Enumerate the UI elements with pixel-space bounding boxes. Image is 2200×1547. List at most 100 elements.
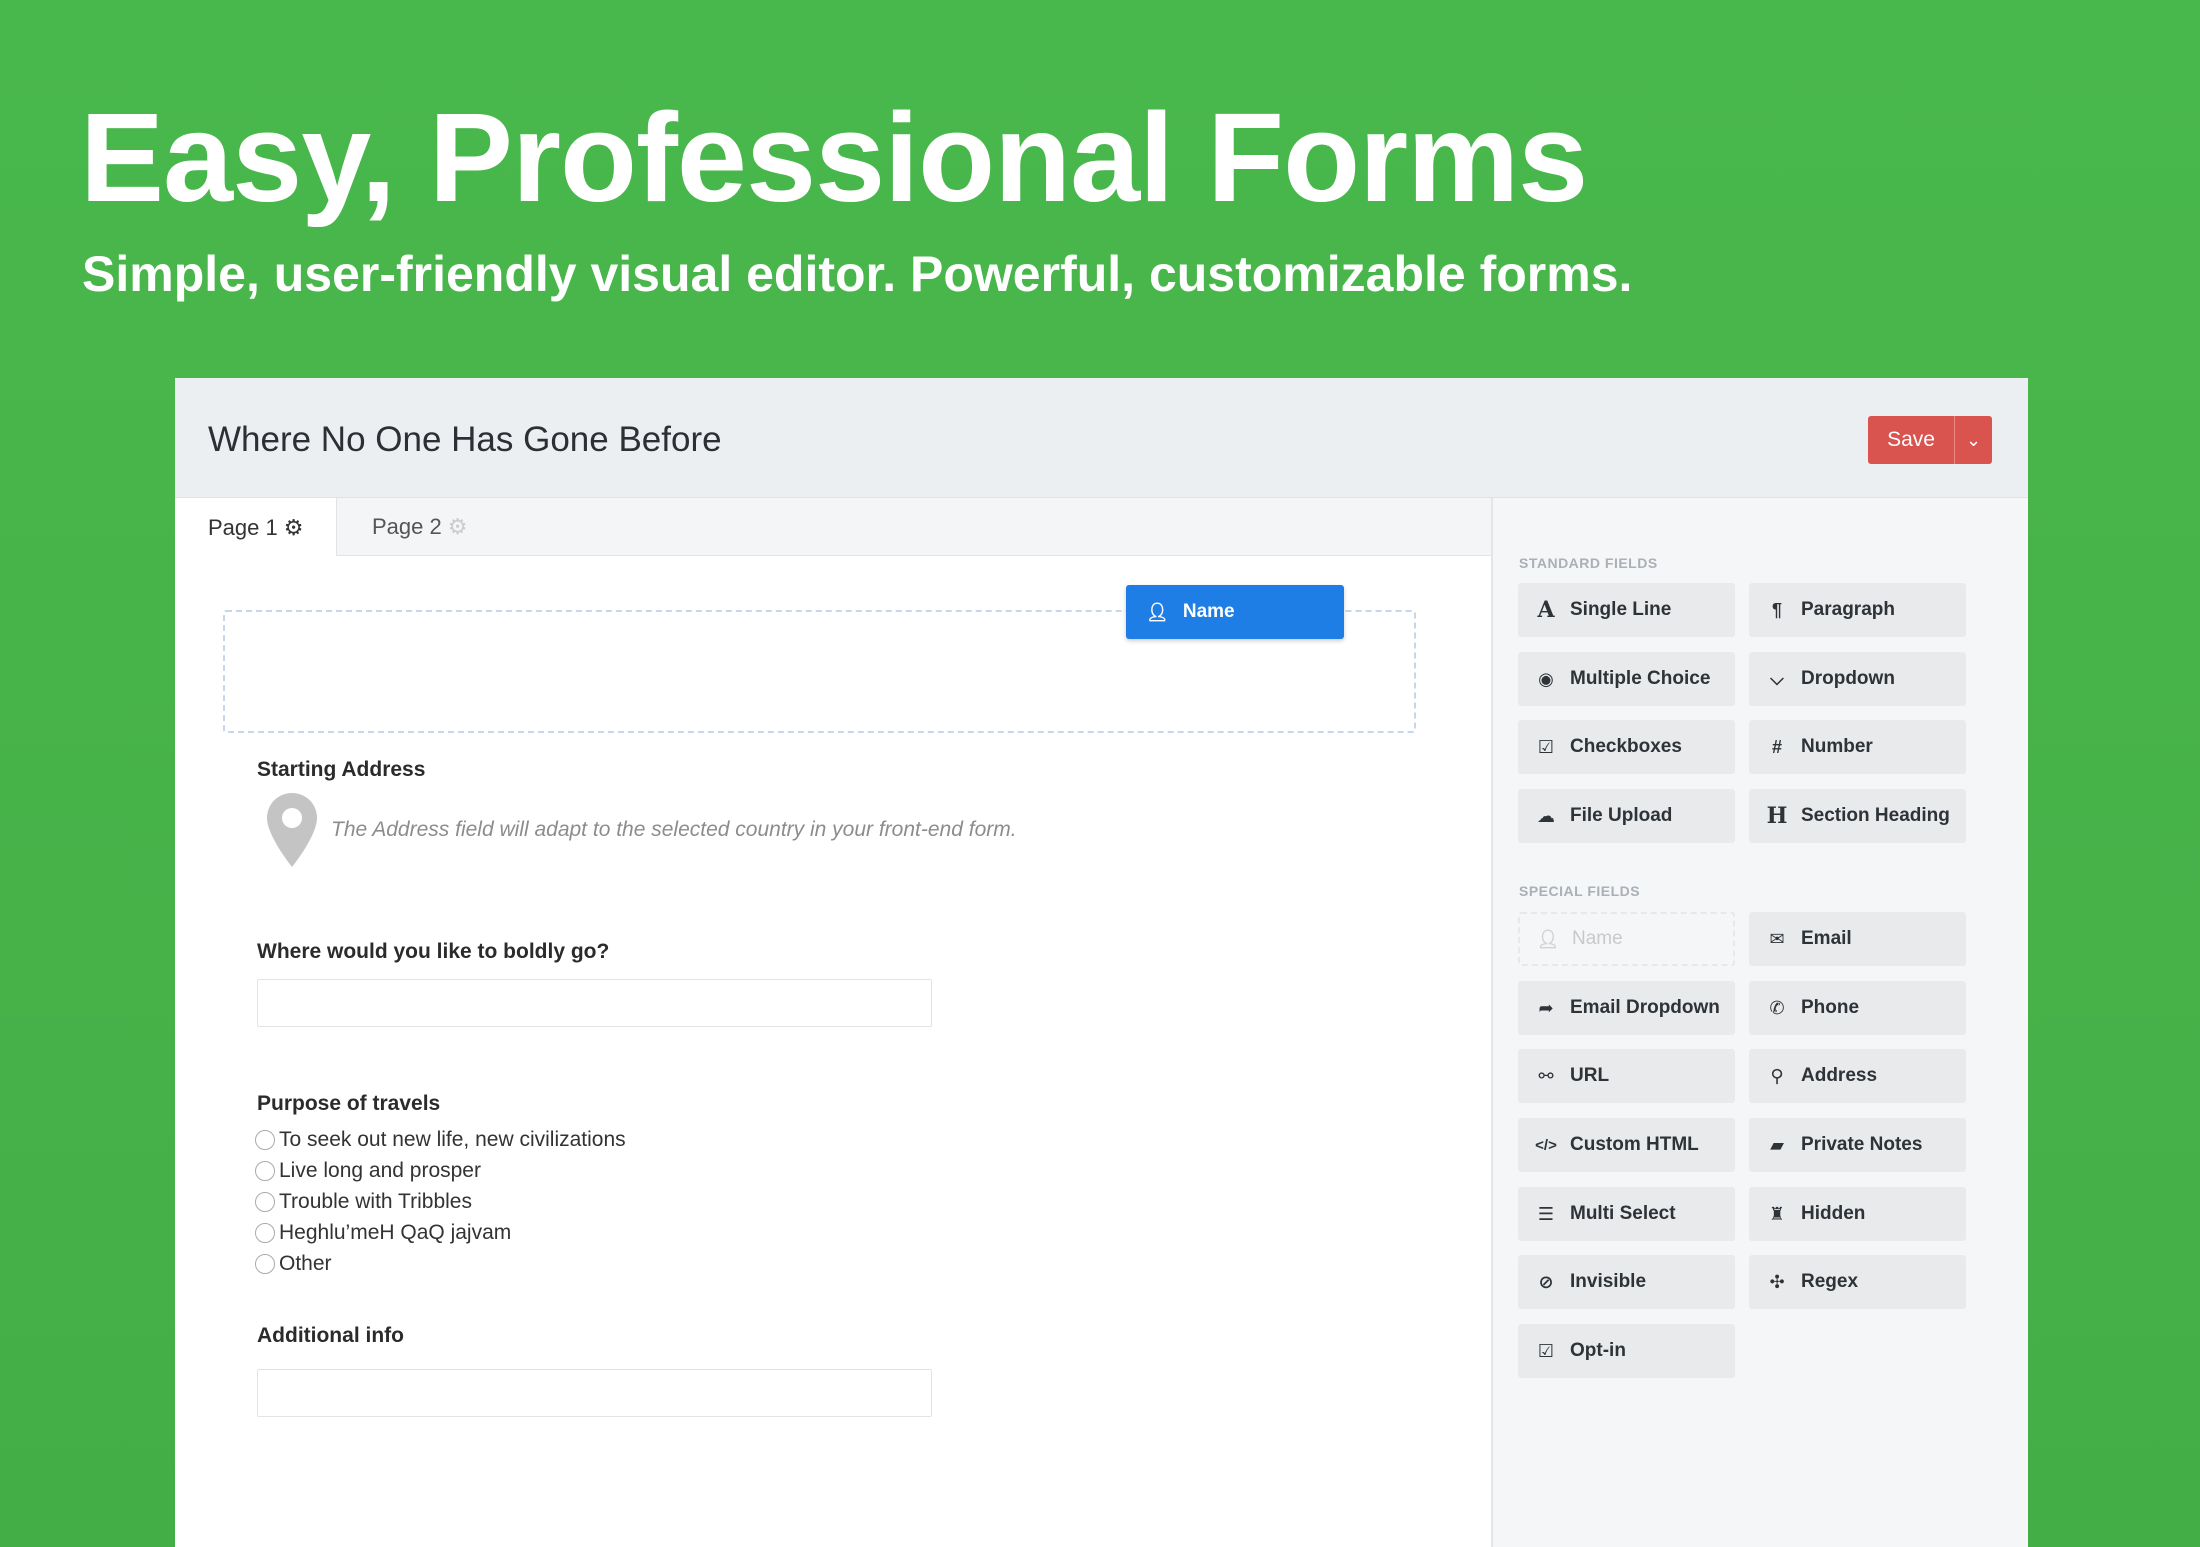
dropdown-icon: ⌵ <box>1770 668 1784 689</box>
radio-button[interactable] <box>255 1222 275 1243</box>
field-opt-in[interactable]: ☑ Opt-in <box>1518 1324 1735 1378</box>
field-custom-html[interactable]: </> Custom HTML <box>1518 1118 1735 1172</box>
field-hidden[interactable]: ♜ Hidden <box>1749 1187 1966 1241</box>
editor-header: Where No One Has Gone Before Save ⌄ <box>175 378 2028 498</box>
standard-fields-heading: STANDARD FIELDS <box>1519 555 1658 571</box>
field-invisible[interactable]: ⊘ Invisible <box>1518 1255 1735 1309</box>
field-regex[interactable]: ✣ Regex <box>1749 1255 1966 1309</box>
field-number[interactable]: # Number <box>1749 720 1966 774</box>
save-dropdown-toggle[interactable]: ⌄ <box>1954 416 1992 464</box>
link-icon: ⚯ <box>1538 1065 1554 1086</box>
tab-label: Page 2 <box>372 514 442 539</box>
radio-button[interactable] <box>255 1191 275 1212</box>
field-file-upload[interactable]: ☁ File Upload <box>1518 789 1735 843</box>
checkbox-icon: ☑ <box>1537 1340 1555 1361</box>
dragged-field-label: Name <box>1182 601 1235 622</box>
radio-button[interactable] <box>255 1129 275 1150</box>
field-name[interactable]: 👤︎ Name <box>1518 912 1735 966</box>
map-pin-icon: ⚲ <box>1770 1065 1784 1086</box>
field-label-text: Section Heading <box>1801 805 1950 826</box>
radio-option[interactable]: Heghlu’meH QaQ jajvam <box>255 1217 626 1248</box>
field-multi-select[interactable]: ☰ Multi Select <box>1518 1187 1735 1241</box>
gear-icon[interactable]: ⚙ <box>284 515 304 541</box>
gear-icon[interactable]: ⚙ <box>448 514 468 540</box>
field-label-text: Regex <box>1801 1271 1859 1292</box>
radio-button[interactable] <box>255 1253 275 1274</box>
form-title[interactable]: Where No One Has Gone Before <box>208 420 722 460</box>
radio-label: Other <box>279 1251 332 1275</box>
share-arrow-icon: ➦ <box>1538 997 1554 1018</box>
field-label-text: Invisible <box>1570 1271 1647 1292</box>
field-label-text: Dropdown <box>1801 668 1895 689</box>
pilcrow-icon: ¶ <box>1771 599 1782 620</box>
destination-input[interactable] <box>257 979 932 1027</box>
field-label-text: Opt-in <box>1570 1340 1626 1361</box>
radio-option[interactable]: Trouble with Tribbles <box>255 1186 626 1217</box>
field-label-text: Private Notes <box>1801 1134 1923 1155</box>
hash-icon: # <box>1771 736 1782 757</box>
field-label-text: Checkboxes <box>1570 736 1682 757</box>
field-label-text: Custom HTML <box>1570 1134 1699 1155</box>
field-label-text: Phone <box>1801 997 1860 1018</box>
field-label-text: Hidden <box>1801 1203 1866 1224</box>
radio-label: To seek out new life, new civilizations <box>279 1127 626 1151</box>
cloud-upload-icon: ☁ <box>1537 805 1555 826</box>
field-label-text: Paragraph <box>1801 599 1895 620</box>
field-palette: STANDARD FIELDS A Single Line ¶ Paragraph … <box>1491 498 2028 1547</box>
note-icon: ▰ <box>1770 1134 1784 1155</box>
user-icon: 👤︎ <box>1536 928 1560 949</box>
hero-title: Easy, Professional Forms <box>80 87 1588 228</box>
special-fields-heading: SPECIAL FIELDS <box>1519 883 1641 899</box>
tab-page-1[interactable]: Page 1 ⚙ <box>175 498 337 557</box>
checkbox-icon: ☑ <box>1537 736 1555 757</box>
field-email-dropdown[interactable]: ➦ Email Dropdown <box>1518 981 1735 1035</box>
field-label-text: Email <box>1801 928 1852 949</box>
field-label-text: Name <box>1572 928 1623 949</box>
radio-option[interactable]: Live long and prosper <box>255 1155 626 1186</box>
save-button[interactable]: Save <box>1868 416 1954 464</box>
list-icon: ☰ <box>1537 1203 1555 1224</box>
form-canvas: 👤︎ Name Starting Address The Address fie… <box>175 556 1491 1547</box>
field-checkboxes[interactable]: ☑ Checkboxes <box>1518 720 1735 774</box>
starting-address-label: Starting Address <box>257 758 426 781</box>
radio-icon: ◉ <box>1538 668 1554 689</box>
tab-page-2[interactable]: Page 2 ⚙ <box>372 498 467 556</box>
field-label-text: Number <box>1801 736 1873 757</box>
field-single-line[interactable]: A Single Line <box>1518 583 1735 637</box>
field-phone[interactable]: ✆ Phone <box>1749 981 1966 1035</box>
radio-option[interactable]: Other <box>255 1248 626 1279</box>
tab-label: Page 1 <box>208 514 278 540</box>
text-a-icon: A <box>1537 597 1555 623</box>
purpose-label: Purpose of travels <box>257 1092 441 1115</box>
field-url[interactable]: ⚯ URL <box>1518 1049 1735 1103</box>
field-label-text: Multiple Choice <box>1570 668 1711 689</box>
radio-label: Heghlu’meH QaQ jajvam <box>279 1220 512 1244</box>
user-icon: 👤︎ <box>1146 601 1169 622</box>
address-field-note: The Address field will adapt to the sele… <box>331 818 1017 841</box>
field-label-text: File Upload <box>1570 805 1673 826</box>
spy-icon: ♜ <box>1768 1203 1786 1224</box>
field-label-text: Email Dropdown <box>1570 997 1720 1018</box>
field-dropdown[interactable]: ⌵ Dropdown <box>1749 652 1966 706</box>
phone-icon: ✆ <box>1769 997 1785 1018</box>
field-paragraph[interactable]: ¶ Paragraph <box>1749 583 1966 637</box>
additional-info-input[interactable] <box>257 1369 932 1417</box>
field-multiple-choice[interactable]: ◉ Multiple Choice <box>1518 652 1735 706</box>
radio-option[interactable]: To seek out new life, new civilizations <box>255 1124 626 1155</box>
page-tabs: Page 1 ⚙ Page 2 ⚙ <box>175 498 1491 557</box>
destination-label: Where would you like to boldly go? <box>257 940 610 963</box>
radio-label: Live long and prosper <box>279 1158 481 1182</box>
field-label-text: Single Line <box>1570 599 1672 620</box>
field-label-text: Multi Select <box>1570 1203 1676 1224</box>
radio-button[interactable] <box>255 1160 275 1181</box>
field-label-text: Address <box>1801 1065 1878 1086</box>
eye-slash-icon: ⊘ <box>1538 1271 1554 1292</box>
additional-info-label: Additional info <box>257 1324 404 1347</box>
save-button-group: Save ⌄ <box>1868 416 1992 464</box>
field-address[interactable]: ⚲ Address <box>1749 1049 1966 1103</box>
dragged-name-field[interactable]: 👤︎ Name <box>1126 585 1344 639</box>
field-private-notes[interactable]: ▰ Private Notes <box>1749 1118 1966 1172</box>
field-section-heading[interactable]: H Section Heading <box>1749 789 1966 843</box>
hero-subtitle: Simple, user-friendly visual editor. Pow… <box>82 246 1633 302</box>
field-email[interactable]: ✉ Email <box>1749 912 1966 966</box>
